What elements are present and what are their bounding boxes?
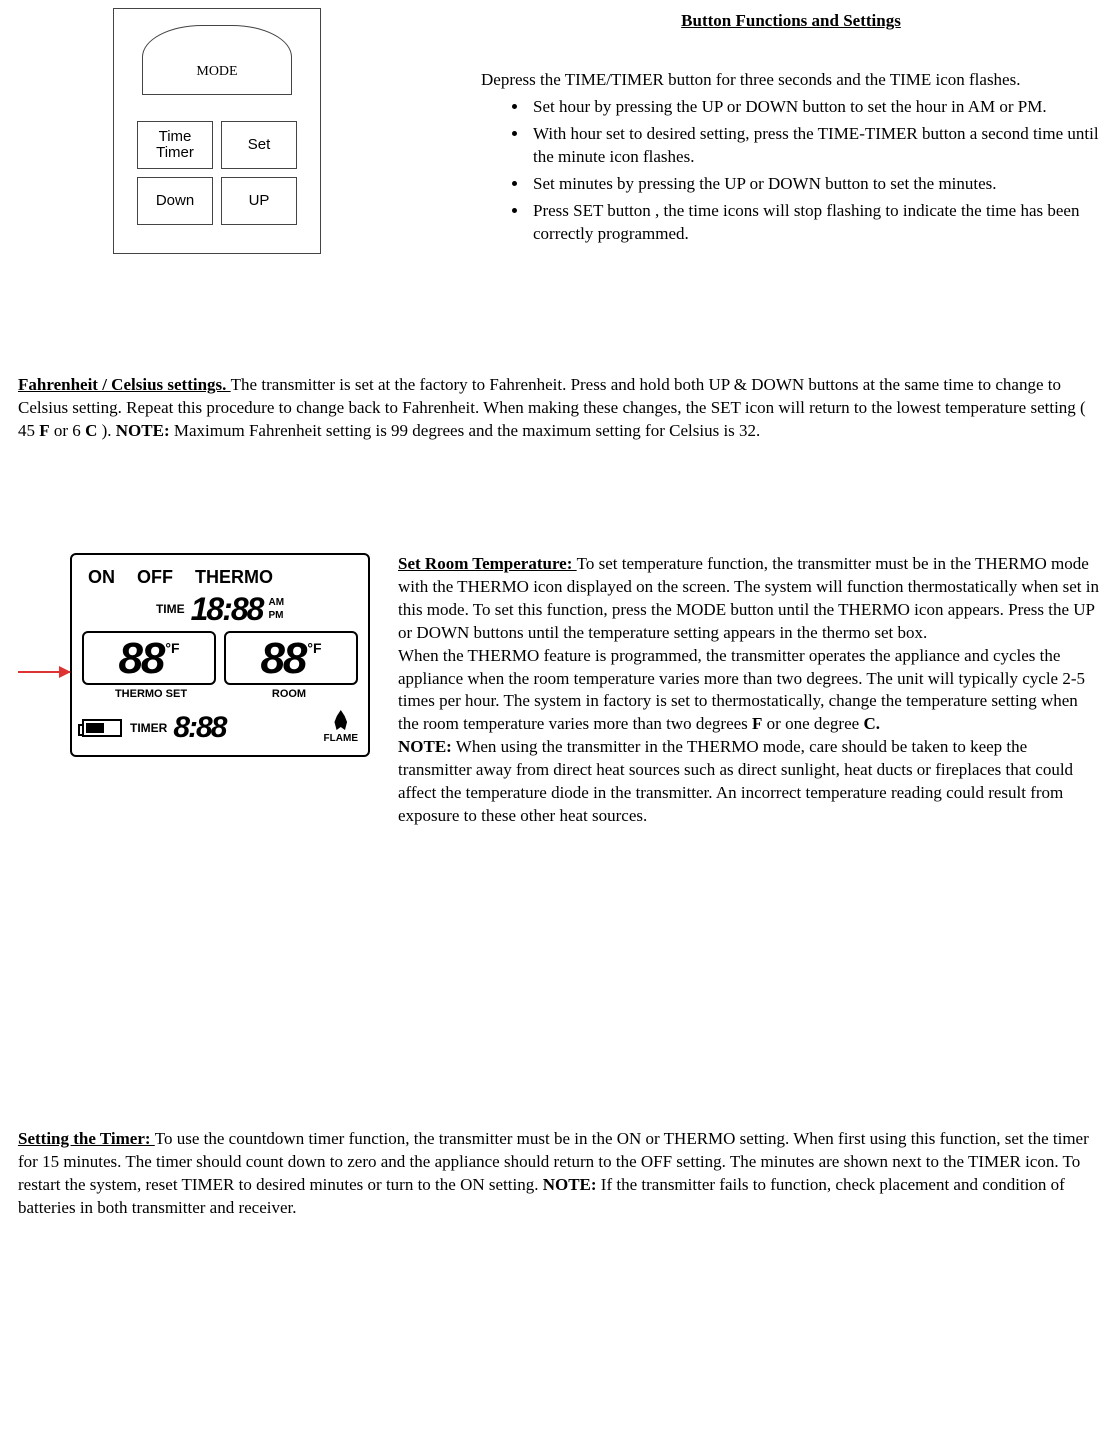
lcd-screen: ON OFF THERMO TIME 18:88 AM PM 88 °F — [70, 553, 370, 758]
mode-button: MODE — [142, 25, 292, 95]
timer-heading: Setting the Timer: — [18, 1129, 155, 1148]
fahrenheit-celsius-section: Fahrenheit / Celsius settings. The trans… — [18, 374, 1101, 443]
down-button: Down — [137, 177, 213, 225]
flame-indicator: FLAME — [324, 710, 358, 746]
srt-c: C. — [863, 714, 880, 733]
arrow-icon — [18, 671, 70, 673]
fc-text: or 6 — [50, 421, 85, 440]
deg-f-label: °F — [165, 639, 179, 658]
instruction-list: Set hour by pressing the UP or DOWN butt… — [481, 96, 1101, 246]
timer-section: Setting the Timer: To use the countdown … — [18, 1128, 1101, 1220]
am-label: AM — [268, 596, 284, 610]
timer-paragraph: Setting the Timer: To use the countdown … — [18, 1128, 1101, 1220]
btn-line1: Time — [159, 129, 192, 146]
flame-label: FLAME — [324, 732, 358, 746]
timer-label: TIMER — [130, 720, 167, 736]
page-title: Button Functions and Settings — [481, 10, 1101, 33]
time-label: TIME — [156, 601, 185, 617]
thermo-set-box: 88 °F — [82, 631, 216, 685]
timer-digits: 8:88 — [173, 713, 225, 743]
time-timer-button: Time Timer — [137, 121, 213, 169]
set-button: Set — [221, 121, 297, 169]
intro-paragraph: Depress the TIME/TIMER button for three … — [481, 69, 1101, 92]
room-temp-box: 88 °F — [224, 631, 358, 685]
fc-note-label: NOTE: — [116, 421, 170, 440]
room-temp-text: Set Room Temperature: To set temperature… — [398, 553, 1101, 828]
lcd-diagram: ON OFF THERMO TIME 18:88 AM PM 88 °F — [70, 553, 370, 758]
fc-text: Maximum Fahrenheit setting is 99 degrees… — [170, 421, 761, 440]
pm-label: PM — [268, 609, 284, 623]
room-temp-row: ON OFF THERMO TIME 18:88 AM PM 88 °F — [18, 553, 1101, 828]
srt-paragraph-3: NOTE: When using the transmitter in the … — [398, 736, 1101, 828]
list-item: Press SET button , the time icons will s… — [529, 200, 1101, 246]
battery-icon — [82, 719, 122, 737]
srt-f: F — [752, 714, 762, 733]
srt-text: When using the transmitter in the THERMO… — [398, 737, 1073, 825]
thermo-set-label: THERMO SET — [82, 687, 220, 702]
lcd-temp-row: 88 °F 88 °F — [82, 631, 358, 685]
up-button: UP — [221, 177, 297, 225]
room-label: ROOM — [220, 687, 358, 702]
lcd-thermo: THERMO — [195, 565, 273, 589]
srt-note-label: NOTE: — [398, 737, 452, 756]
fc-heading: Fahrenheit / Celsius settings. — [18, 375, 231, 394]
fc-text: ). — [97, 421, 115, 440]
srt-heading: Set Room Temperature: — [398, 554, 577, 573]
flame-icon — [334, 710, 348, 730]
srt-paragraph-2: When the THERMO feature is programmed, t… — [398, 645, 1101, 737]
temp-labels-row: THERMO SET ROOM — [82, 687, 358, 702]
fc-paragraph: Fahrenheit / Celsius settings. The trans… — [18, 374, 1101, 443]
fc-c: C — [85, 421, 97, 440]
srt-paragraph-1: Set Room Temperature: To set temperature… — [398, 553, 1101, 645]
lcd-on: ON — [88, 565, 115, 589]
timer-note-label: NOTE: — [543, 1175, 597, 1194]
lcd-mode-row: ON OFF THERMO — [82, 565, 358, 589]
remote-body: MODE Time Timer Set Down UP — [113, 8, 321, 254]
intro-row: MODE Time Timer Set Down UP Button Funct… — [18, 8, 1101, 254]
intro-text-column: Button Functions and Settings Depress th… — [481, 8, 1101, 250]
lcd-time-row: TIME 18:88 AM PM — [82, 593, 358, 625]
remote-button-grid: Time Timer Set Down UP — [137, 121, 297, 225]
list-item: Set hour by pressing the UP or DOWN butt… — [529, 96, 1101, 119]
lcd-timer-row: TIMER 8:88 FLAME — [82, 710, 358, 746]
ampm-indicators: AM PM — [268, 596, 284, 623]
room-temp-value: 88 — [260, 637, 305, 681]
fc-f: F — [39, 421, 49, 440]
btn-line2: Timer — [156, 145, 194, 162]
time-digits: 18:88 — [191, 593, 263, 625]
srt-text: or one degree — [762, 714, 863, 733]
thermo-set-value: 88 — [118, 637, 163, 681]
list-item: With hour set to desired setting, press … — [529, 123, 1101, 169]
lcd-off: OFF — [137, 565, 173, 589]
list-item: Set minutes by pressing the UP or DOWN b… — [529, 173, 1101, 196]
remote-diagram: MODE Time Timer Set Down UP — [113, 8, 321, 254]
srt-text: When the THERMO feature is programmed, t… — [398, 646, 1085, 734]
deg-f-label: °F — [307, 639, 321, 658]
